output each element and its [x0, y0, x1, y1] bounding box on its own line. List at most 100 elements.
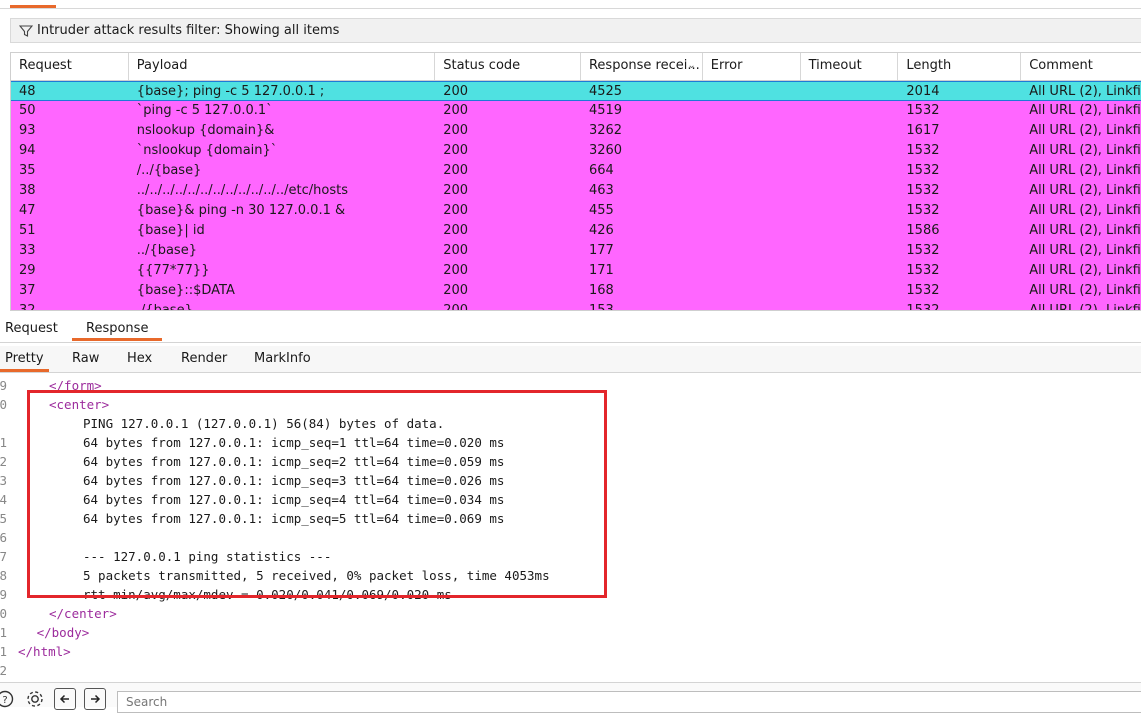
cell-error	[703, 121, 801, 141]
table-row[interactable]: 50 `ping -c 5 127.0.0.1` 200 4519 1532 All UR…	[11, 101, 1141, 121]
line-number: 9	[0, 587, 7, 602]
tab-markinfo[interactable]: MarkInfo	[254, 351, 311, 366]
cell-response-received: 177	[588, 243, 614, 258]
cell-error	[703, 301, 801, 310]
cell-length: 1532	[906, 283, 940, 298]
cell-length: 1532	[906, 303, 940, 311]
line-number: 0	[0, 397, 7, 412]
cell-comment: All URL (2), Linkfin	[1029, 123, 1141, 138]
cell-error	[703, 82, 801, 100]
line-number: 4	[0, 492, 7, 507]
table-row[interactable]: 94 `nslookup {domain}` 200 3260 1532 All URL …	[11, 141, 1141, 161]
search-input[interactable]: Search	[117, 691, 1141, 713]
line-number: 1	[0, 644, 7, 659]
table-row[interactable]: 48 {base}; ping -c 5 127.0.0.1 ; 200 4525 20…	[11, 81, 1141, 101]
forward-arrow-icon[interactable]	[84, 688, 106, 710]
cell-comment: All URL (2), Linkfin	[1029, 203, 1141, 218]
column-header-error[interactable]: Error	[703, 53, 801, 80]
cell-timeout	[801, 261, 899, 281]
column-header-length[interactable]: Length	[898, 53, 1022, 80]
code-line: PING 127.0.0.1 (127.0.0.1) 56(84) bytes …	[0, 414, 1141, 433]
cell-timeout	[801, 281, 899, 301]
line-number: 8	[0, 568, 7, 583]
cell-error	[703, 161, 801, 181]
cell-request: 37	[19, 283, 36, 298]
table-row[interactable]: 47 {base}& ping -n 30 127.0.0.1 & 200 455 15…	[11, 201, 1141, 221]
tab-request[interactable]: Request	[5, 321, 58, 336]
cell-request: 94	[19, 143, 36, 158]
table-row[interactable]: 93 nslookup {domain}& 200 3262 1617 All URL (…	[11, 121, 1141, 141]
cell-length: 1532	[906, 243, 940, 258]
column-header-payload[interactable]: Payload	[129, 53, 436, 80]
cell-response-received: 664	[588, 163, 614, 178]
code-line: 4 64 bytes from 127.0.0.1: icmp_seq=4 ttl…	[0, 490, 1141, 509]
sort-descending-icon: ⌄	[687, 60, 696, 71]
code-line: 9 rtt min/avg/max/mdev = 0.020/0.041/0.06…	[0, 585, 1141, 604]
cell-timeout	[801, 301, 899, 310]
code-line: 8 5 packets transmitted, 5 received, 0% p…	[0, 566, 1141, 585]
cell-request: 32	[19, 303, 36, 311]
cell-comment: All URL (2), Linkfin	[1029, 183, 1141, 198]
code-line: 0 <center>	[0, 395, 1141, 414]
cell-request: 29	[19, 263, 36, 278]
cell-timeout	[801, 201, 899, 221]
code-line: 2	[0, 661, 1141, 680]
cell-payload: {base}| id	[136, 223, 205, 238]
code-text: --- 127.0.0.1 ping statistics ---	[83, 549, 332, 564]
table-body: 48 {base}; ping -c 5 127.0.0.1 ; 200 4525 20…	[11, 81, 1141, 311]
table-row[interactable]: 38 ../../../../../../../../../../../../et…	[11, 181, 1141, 201]
column-header-response-received[interactable]: Response recei... ⌄	[581, 53, 703, 80]
cell-payload: {base}::$DATA	[136, 283, 235, 298]
line-number: 0	[0, 606, 7, 621]
table-row[interactable]: 37 {base}::$DATA 200 168 1532 All URL (2), Li…	[11, 281, 1141, 301]
view-tabs: Pretty Raw Hex Render MarkInfo	[0, 346, 1141, 373]
cell-status-code: 200	[443, 283, 469, 298]
cell-comment: All URL (2), Linkfin	[1029, 303, 1141, 311]
cell-comment: All URL (2), Linkfin	[1029, 283, 1141, 298]
cell-error	[703, 261, 801, 281]
code-tag: </body>	[36, 625, 90, 640]
code-text: 64 bytes from 127.0.0.1: icmp_seq=2 ttl=…	[83, 454, 505, 469]
cell-request: 33	[19, 243, 36, 258]
cell-error	[703, 141, 801, 161]
column-header-status-code[interactable]: Status code	[435, 53, 581, 80]
results-table[interactable]: Request Payload Status code Response rec…	[10, 52, 1141, 311]
table-row[interactable]: 35 /../{base} 200 664 1532 All URL (2), Linkf…	[11, 161, 1141, 181]
cell-comment: All URL (2), Linkfin	[1029, 223, 1141, 238]
cell-payload: nslookup {domain}&	[136, 123, 275, 138]
tab-raw[interactable]: Raw	[72, 351, 99, 366]
table-row[interactable]: 51 {base}| id 200 426 1586 All URL (2), Linkf…	[11, 221, 1141, 241]
cell-response-received: 3262	[588, 123, 623, 138]
results-filter-bar[interactable]: Intruder attack results filter: Showing …	[10, 18, 1141, 43]
table-row[interactable]: 33 ../{base} 200 177 1532 All URL (2), Linkfi…	[11, 241, 1141, 261]
response-body-editor[interactable]: 9 </form> 0 <center> PING 127.0.0.1 (127.0.0…	[0, 376, 1141, 680]
column-header-request[interactable]: Request	[11, 53, 129, 80]
line-number: 2	[0, 454, 7, 469]
code-text: PING 127.0.0.1 (127.0.0.1) 56(84) bytes …	[83, 416, 445, 431]
code-text: 5 packets transmitted, 5 received, 0% pa…	[83, 568, 550, 583]
table-row[interactable]: 32 ./{base} 200 153 1532 All URL (2), Linkfin	[11, 301, 1141, 311]
cell-request: 93	[19, 123, 36, 138]
svg-text:?: ?	[2, 695, 7, 706]
tab-render[interactable]: Render	[181, 351, 227, 366]
cell-response-received: 171	[588, 263, 614, 278]
column-header-comment[interactable]: Comment	[1021, 53, 1141, 80]
table-row[interactable]: 29 {{77*77}} 200 171 1532 All URL (2), Linkfi…	[11, 261, 1141, 281]
back-arrow-icon[interactable]	[54, 688, 76, 710]
settings-gear-icon[interactable]	[24, 688, 46, 710]
cell-comment: All URL (2), Linkfin	[1029, 263, 1141, 278]
column-header-timeout[interactable]: Timeout	[801, 53, 899, 80]
cell-comment: All URL (2), Linkfin	[1029, 84, 1141, 99]
filter-icon	[19, 24, 33, 38]
tab-pretty[interactable]: Pretty	[0, 351, 49, 372]
top-strip	[0, 0, 1141, 9]
cell-status-code: 200	[443, 143, 469, 158]
tab-hex[interactable]: Hex	[127, 351, 152, 366]
code-tag: </form>	[49, 378, 102, 393]
cell-status-code: 200	[443, 123, 469, 138]
bottom-toolbar: ? Search	[0, 682, 1141, 713]
help-icon[interactable]: ?	[0, 688, 16, 710]
tab-response[interactable]: Response	[72, 321, 163, 341]
code-line: 6	[0, 528, 1141, 547]
cell-payload: {base}& ping -n 30 127.0.0.1 &	[136, 203, 346, 218]
